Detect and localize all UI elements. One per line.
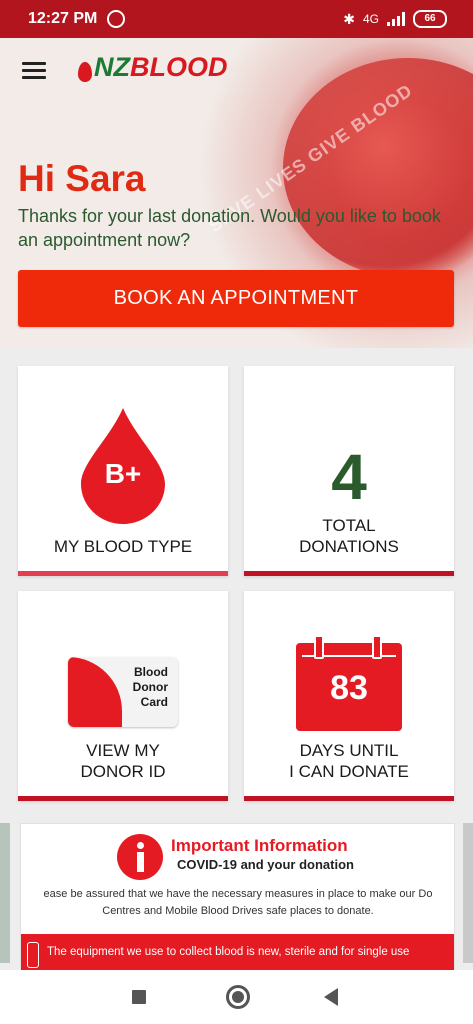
total-donations-value: 4	[331, 441, 367, 513]
logo-blood: BLOOD	[130, 52, 228, 82]
logo-nz: NZ	[94, 52, 130, 82]
donor-card-text-3: Card	[140, 695, 168, 709]
days-until-value: 83	[330, 669, 368, 707]
blood-type-label: MY BLOOD TYPE	[53, 537, 193, 556]
bluetooth-icon: ✱	[343, 10, 355, 27]
info-band: The equipment we use to collect blood is…	[21, 934, 454, 970]
info-icon	[117, 834, 163, 880]
system-nav-bar	[0, 970, 473, 1024]
network-type: 4G	[362, 12, 379, 26]
total-donations-label-line1: TOTAL	[322, 516, 376, 535]
total-donations-label-line2: DONATIONS	[299, 537, 399, 556]
greeting-title: Hi Sara	[18, 158, 146, 199]
donor-id-label-line1: VIEW MY	[86, 741, 160, 760]
signal-icon	[387, 12, 405, 26]
carousel-next-card[interactable]	[463, 823, 473, 963]
info-body: ease be assured that we have the necessa…	[21, 886, 454, 920]
donor-id-label-line2: DONOR ID	[80, 762, 166, 781]
alarm-icon	[107, 10, 126, 28]
equipment-icon	[27, 942, 39, 968]
days-until-donate-tile[interactable]: 83 DAYS UNTIL I CAN DONATE	[244, 591, 454, 801]
blood-drop-icon: B+	[81, 408, 165, 524]
logo-drop-icon	[78, 61, 92, 82]
donor-card-text-2: Donor	[132, 680, 168, 694]
hamburger-menu-icon[interactable]	[22, 62, 46, 80]
total-donations-tile[interactable]: 4 TOTAL DONATIONS	[244, 366, 454, 576]
info-body-line1: ease be assured that we have the necessa…	[43, 888, 433, 900]
status-time: 12:27 PM	[28, 10, 98, 27]
info-band-text: The equipment we use to collect blood is…	[47, 946, 410, 958]
battery-icon: 66	[413, 10, 447, 28]
info-subtitle: COVID-19 and your donation	[177, 857, 354, 872]
back-icon[interactable]	[324, 988, 338, 1006]
info-title: Important Information	[171, 836, 348, 855]
hero-banner: SAVE LIVES GIVE BLOOD NZ BLOOD Hi Sara T…	[0, 38, 473, 348]
info-body-line2: Centres and Mobile Blood Drives safe pla…	[102, 905, 374, 917]
days-until-label-line1: DAYS UNTIL	[299, 741, 399, 760]
recent-apps-icon[interactable]	[132, 990, 146, 1004]
blood-type-tile[interactable]: B+ MY BLOOD TYPE	[18, 366, 228, 576]
donor-card-icon: Blood Donor Card	[68, 657, 178, 727]
blood-type-value: B+	[104, 458, 142, 489]
important-info-card[interactable]: Important Information COVID-19 and your …	[20, 823, 455, 971]
days-until-label-line2: I CAN DONATE	[289, 762, 409, 781]
nzblood-logo: NZ BLOOD	[78, 52, 228, 83]
carousel-previous-card[interactable]	[0, 823, 10, 963]
home-icon[interactable]	[226, 985, 250, 1009]
greeting-message: Thanks for your last donation. Would you…	[18, 206, 441, 250]
status-icons: ✱ 4G 66	[343, 10, 447, 28]
calendar-icon: 83	[296, 635, 402, 731]
status-bar: 12:27 PM ✱ 4G 66	[0, 0, 473, 38]
book-appointment-button[interactable]: BOOK AN APPOINTMENT	[18, 270, 454, 327]
donor-card-text-1: Blood	[134, 665, 168, 679]
donor-id-tile[interactable]: Blood Donor Card VIEW MY DONOR ID	[18, 591, 228, 801]
